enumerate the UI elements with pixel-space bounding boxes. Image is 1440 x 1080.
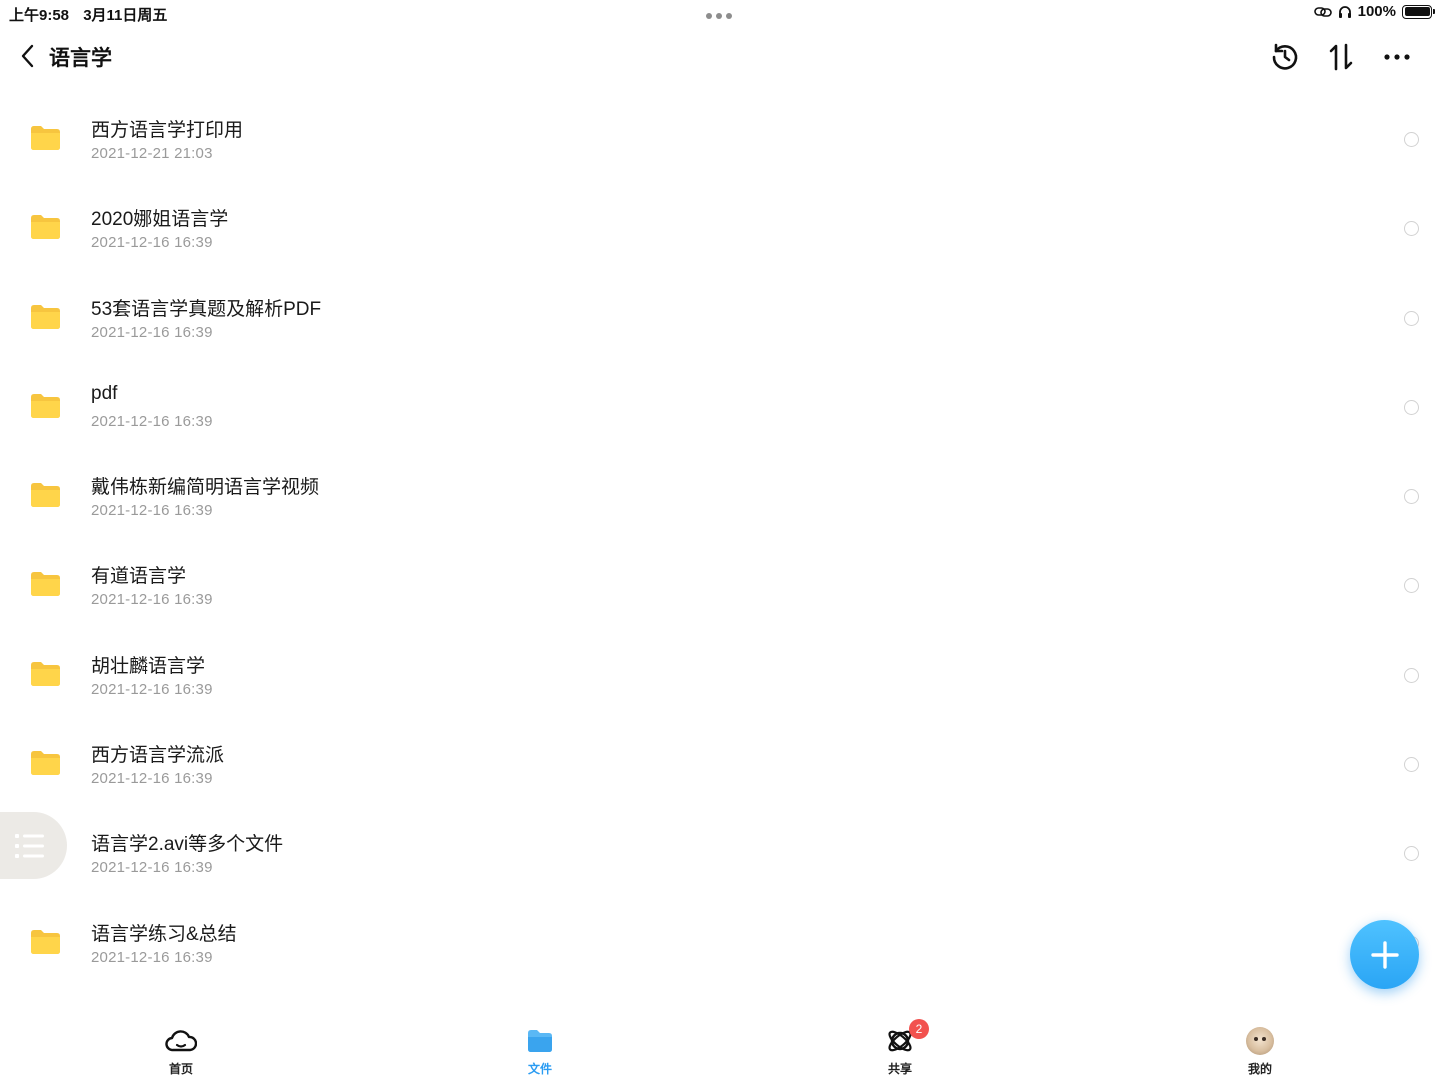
select-radio[interactable] [1404, 578, 1419, 594]
file-name: 西方语言学打印用 [91, 120, 244, 141]
folder-icon [30, 214, 61, 240]
file-name: 语言学练习&总结 [91, 923, 237, 945]
file-row[interactable]: 语言学练习&总结 2021-12-16 16:39 [0, 898, 1440, 987]
history-button[interactable] [1268, 40, 1302, 74]
list-icon [14, 833, 44, 858]
file-row[interactable]: 语言学2.avi等多个文件 2021-12-16 16:39 [0, 808, 1440, 897]
tab-files[interactable]: 文件 [500, 1025, 580, 1077]
screen: 上午9:58 3月11日周五 100% 语言学 西方语言学打印用 2021-12… [0, 0, 1440, 1080]
file-name: 西方语言学流派 [91, 745, 225, 767]
folder-icon [30, 304, 61, 330]
folder-icon [523, 1025, 557, 1057]
page-title: 语言学 [49, 47, 112, 70]
file-name: 胡壮麟语言学 [91, 655, 206, 677]
file-date: 2021-12-16 16:39 [91, 859, 213, 877]
file-row[interactable]: pdf 2021-12-16 16:39 [0, 362, 1440, 451]
more-dots-icon [1384, 54, 1410, 60]
file-name: 2020娜姐语言学 [91, 209, 229, 231]
file-name: 戴伟栋新编简明语言学视频 [91, 477, 320, 499]
share-planet-icon: 2 [883, 1019, 929, 1057]
file-date: 2021-12-16 16:39 [91, 234, 213, 252]
select-radio[interactable] [1404, 399, 1419, 415]
tab-label-share: 共享 [887, 1062, 912, 1076]
file-row[interactable]: 胡壮麟语言学 2021-12-16 16:39 [0, 630, 1440, 719]
file-row[interactable]: 西方语言学流派 2021-12-16 16:39 [0, 719, 1440, 808]
select-radio[interactable] [1404, 221, 1419, 237]
file-row[interactable]: 53套语言学真题及解析PDF 2021-12-16 16:39 [0, 273, 1440, 362]
select-radio[interactable] [1404, 132, 1419, 147]
file-name: 有道语言学 [91, 566, 187, 588]
folder-icon [30, 750, 61, 776]
plus-icon [1370, 940, 1399, 969]
nav-bar: 语言学 [0, 30, 1440, 86]
chevron-left-icon [21, 44, 34, 68]
more-button[interactable] [1380, 40, 1414, 74]
link-icon [1313, 6, 1332, 17]
folder-icon [30, 571, 61, 597]
back-button[interactable] [14, 42, 40, 70]
battery-icon [1402, 4, 1435, 19]
file-name: pdf [91, 382, 118, 404]
notification-badge: 2 [909, 1019, 929, 1039]
add-button[interactable] [1350, 920, 1419, 989]
file-row[interactable]: 有道语言学 2021-12-16 16:39 [0, 540, 1440, 629]
status-bar: 上午9:58 3月11日周五 100% [0, 0, 1440, 28]
battery-percent: 100% [1357, 3, 1396, 20]
folder-icon [30, 393, 61, 419]
multitasking-dots-icon[interactable] [706, 13, 732, 19]
tab-share[interactable]: 2 共享 [860, 1019, 940, 1077]
folder-icon [30, 661, 61, 687]
headphones-icon [1338, 5, 1351, 18]
file-row[interactable]: 2020娜姐语言学 2021-12-16 16:39 [0, 183, 1440, 272]
file-date: 2021-12-16 16:39 [91, 948, 213, 966]
folder-icon [30, 482, 61, 508]
file-date: 2021-12-16 16:39 [91, 591, 213, 609]
side-list-toggle[interactable] [0, 812, 67, 879]
status-time: 上午9:58 [9, 7, 70, 24]
select-radio[interactable] [1404, 489, 1419, 505]
file-name: 53套语言学真题及解析PDF [91, 298, 322, 320]
file-name: 语言学2.avi等多个文件 [91, 834, 284, 856]
select-radio[interactable] [1404, 310, 1419, 326]
status-date: 3月11日周五 [83, 7, 168, 24]
file-list: 西方语言学打印用 2021-12-21 21:03 2020娜姐语言学 2021-12… [0, 94, 1440, 1016]
tab-label-home: 首页 [168, 1062, 193, 1076]
file-date: 2021-12-16 16:39 [91, 323, 213, 341]
folder-icon [30, 125, 61, 151]
select-radio[interactable] [1404, 846, 1419, 862]
status-right: 100% [1313, 3, 1435, 20]
avatar [1246, 1027, 1274, 1055]
file-date: 2021-12-16 16:39 [91, 412, 213, 430]
file-date: 2021-12-16 16:39 [91, 680, 213, 698]
select-radio[interactable] [1404, 667, 1419, 683]
tab-label-me: 我的 [1247, 1062, 1272, 1076]
file-date: 2021-12-16 16:39 [91, 770, 213, 788]
sort-button[interactable] [1324, 40, 1358, 74]
file-row[interactable]: 西方语言学打印用 2021-12-21 21:03 [0, 94, 1440, 183]
select-radio[interactable] [1404, 757, 1419, 773]
nav-actions [1268, 40, 1414, 74]
file-row[interactable]: 戴伟栋新编简明语言学视频 2021-12-16 16:39 [0, 451, 1440, 540]
history-icon [1272, 43, 1298, 70]
tab-label-files: 文件 [527, 1062, 552, 1076]
tab-me[interactable]: 我的 [1220, 1025, 1300, 1077]
file-date: 2021-12-16 16:39 [91, 502, 213, 520]
avatar-wrapper [1243, 1025, 1277, 1057]
status-left: 上午9:58 3月11日周五 [9, 4, 177, 25]
file-date: 2021-12-21 21:03 [91, 145, 213, 162]
sort-icon [1329, 43, 1353, 71]
folder-icon [30, 929, 61, 955]
tab-home[interactable]: 首页 [141, 1025, 221, 1077]
cloud-icon [164, 1025, 198, 1057]
tab-bar: 首页 文件 2 共享 我的 [0, 1017, 1440, 1080]
